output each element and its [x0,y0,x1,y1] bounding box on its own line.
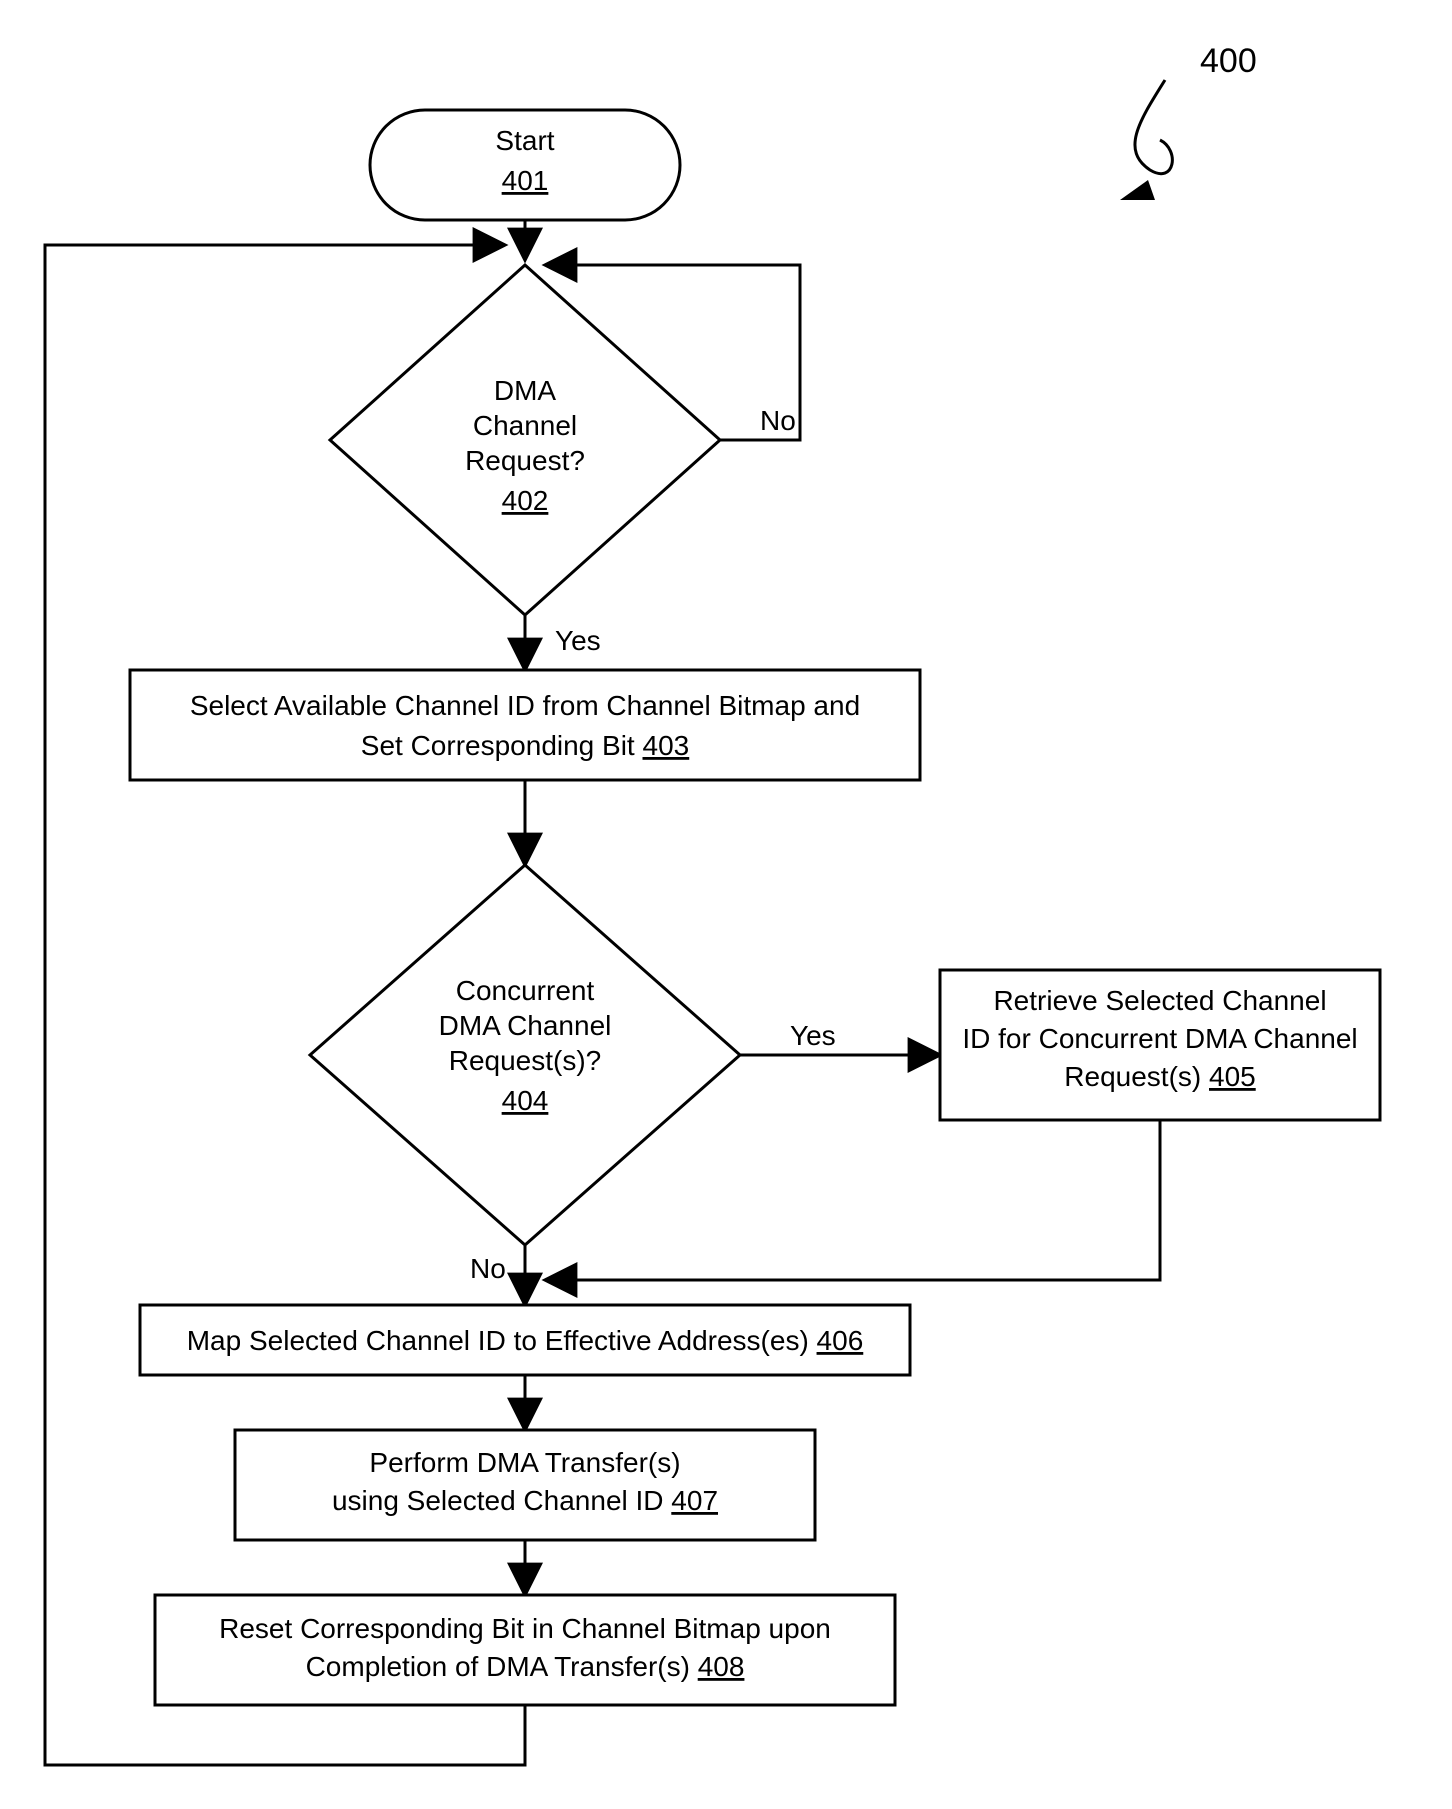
edge-404-no: No [470,1245,525,1305]
b405-line3: Request(s) 405 [1064,1061,1255,1092]
start-label: Start [495,125,554,156]
edge-402-no-label: No [760,405,796,436]
edge-402-yes-label: Yes [555,625,601,656]
d402-ref: 402 [502,485,549,516]
node-start: Start 401 [370,110,680,220]
d404-line2: DMA Channel [439,1010,612,1041]
b406-line1: Map Selected Channel ID to Effective Add… [187,1325,864,1356]
d402-line3: Request? [465,445,585,476]
d402-line2: Channel [473,410,577,441]
b403-line1: Select Available Channel ID from Channel… [190,690,860,721]
node-box-407: Perform DMA Transfer(s) using Selected C… [235,1430,815,1540]
node-box-405: Retrieve Selected Channel ID for Concurr… [940,970,1380,1120]
d402-line1: DMA [494,375,557,406]
d404-ref: 404 [502,1085,549,1116]
start-ref: 401 [502,165,549,196]
edge-404-yes-label: Yes [790,1020,836,1051]
b408-line2: Completion of DMA Transfer(s) 408 [306,1651,745,1682]
d404-line1: Concurrent [456,975,595,1006]
node-box-406: Map Selected Channel ID to Effective Add… [140,1305,910,1375]
flowchart: 400 Start 401 DMA Channel Request? 402 N… [0,0,1452,1809]
b405-line2: ID for Concurrent DMA Channel [962,1023,1357,1054]
edge-404-yes: Yes [740,1020,940,1055]
b403-line2: Set Corresponding Bit 403 [361,730,689,761]
node-decision-402: DMA Channel Request? 402 [330,265,720,615]
edge-404-no-label: No [470,1253,506,1284]
node-box-408: Reset Corresponding Bit in Channel Bitma… [155,1595,895,1705]
b407-line1: Perform DMA Transfer(s) [369,1447,680,1478]
node-decision-404: Concurrent DMA Channel Request(s)? 404 [310,865,740,1245]
figure-number: 400 [1200,42,1257,80]
b405-line1: Retrieve Selected Channel [993,985,1326,1016]
b407-line2: using Selected Channel ID 407 [332,1485,718,1516]
b408-line1: Reset Corresponding Bit in Channel Bitma… [219,1613,831,1644]
edge-402-yes: Yes [525,615,601,670]
figure-number-pointer: 400 [1120,42,1257,200]
node-box-403: Select Available Channel ID from Channel… [130,670,920,780]
d404-line3: Request(s)? [449,1045,602,1076]
